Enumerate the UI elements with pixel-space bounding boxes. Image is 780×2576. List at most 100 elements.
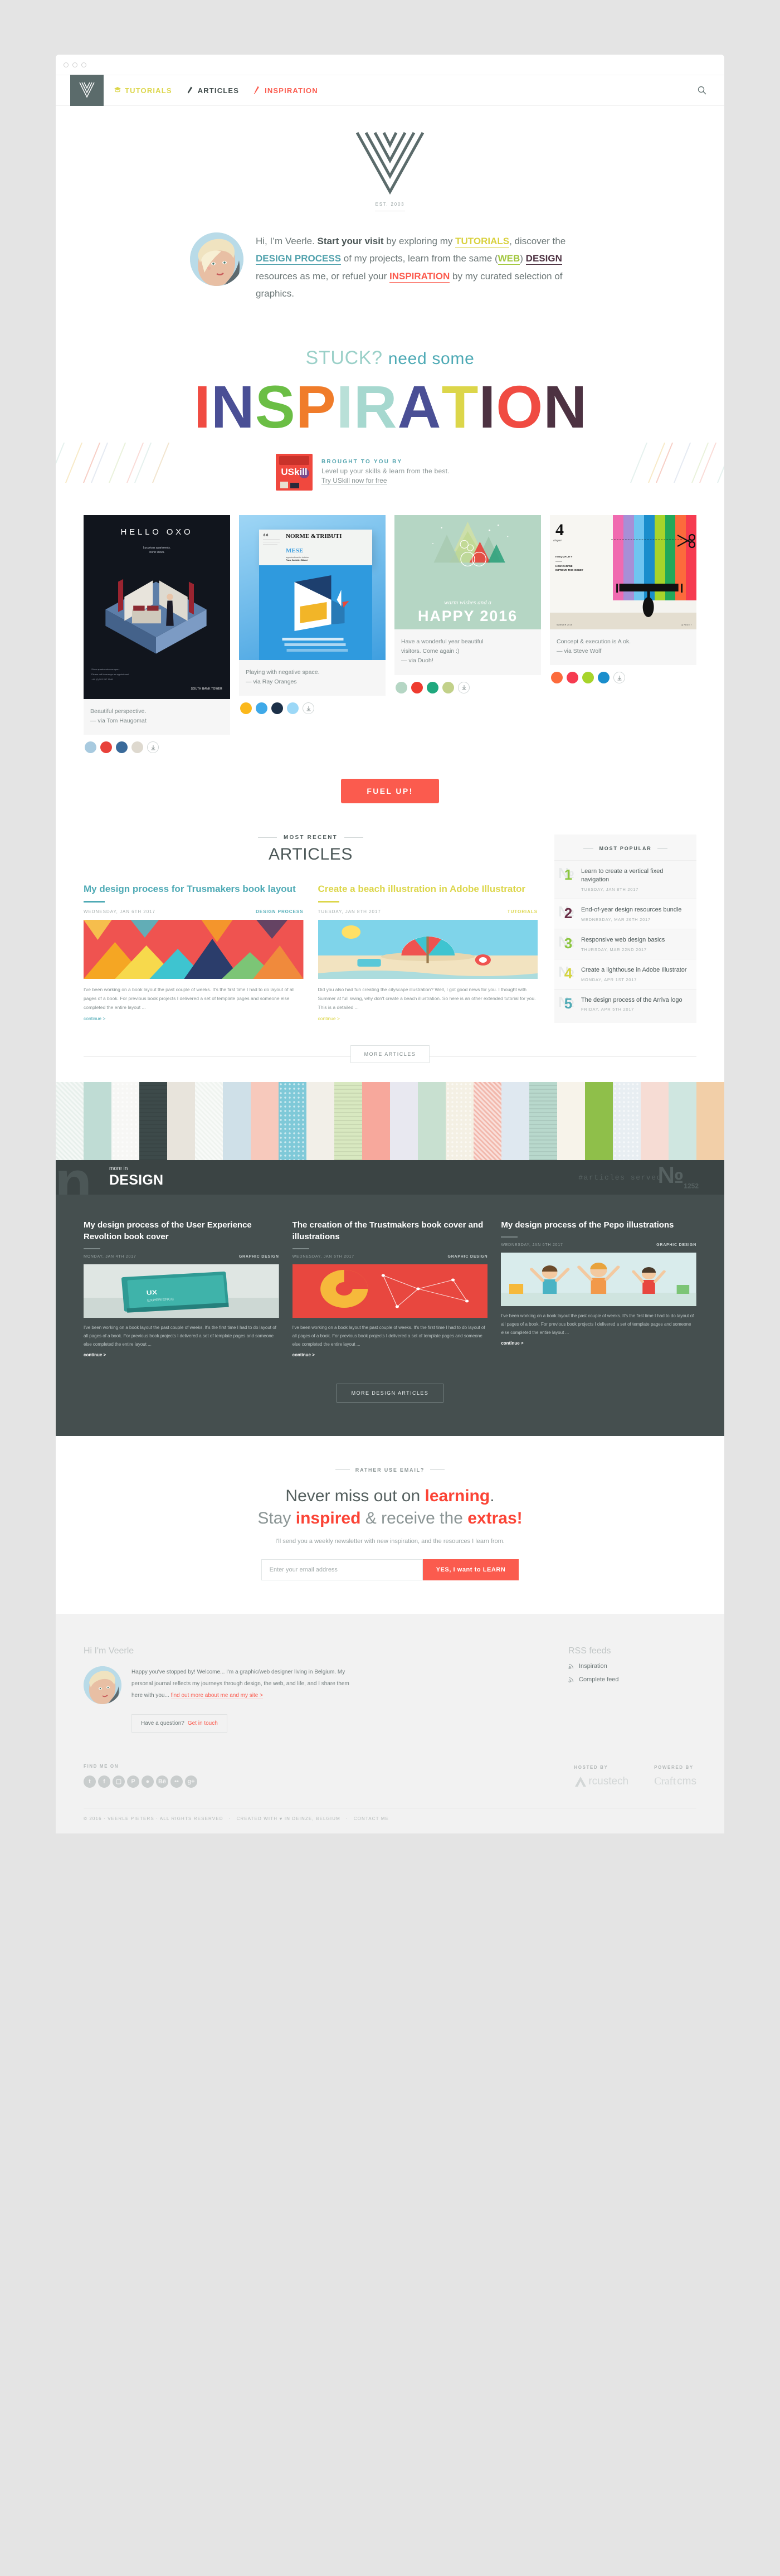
sponsor-banner[interactable]: USkill BROUGHT TO YOU BY Level up your s… — [270, 451, 510, 493]
popular-item[interactable]: № 2 End-of-year design resources bundle WED… — [554, 899, 696, 929]
popular-item[interactable]: № 5 The design process of the Arriva logo F… — [554, 988, 696, 1019]
design-article-category[interactable]: GRAPHIC DESIGN — [448, 1255, 488, 1259]
design-article-card[interactable]: My design process of the Pepo illustrati… — [501, 1219, 697, 1359]
swatch[interactable] — [567, 672, 578, 684]
craftcms-logo[interactable]: Craft cms — [654, 1775, 696, 1788]
download-icon[interactable] — [613, 672, 625, 684]
design-article-continue[interactable]: continue > — [501, 1341, 523, 1346]
swatch[interactable] — [598, 672, 610, 684]
swatch[interactable] — [582, 672, 594, 684]
article-card[interactable]: Create a beach illustration in Adobe Ill… — [318, 883, 538, 1023]
swatch[interactable] — [131, 741, 143, 754]
design-article-card[interactable]: The creation of the Trustmakers book cov… — [292, 1219, 488, 1359]
card-caption-line2: — via Tom Haugomat — [90, 717, 147, 725]
intro-link-tutorials[interactable]: TUTORIALS — [455, 236, 510, 248]
window-close-dot[interactable] — [64, 62, 69, 67]
fuel-up-button[interactable]: FUEL UP! — [341, 779, 439, 804]
article-category[interactable]: TUTORIALS — [508, 909, 538, 914]
instagram-icon[interactable]: ▢ — [113, 1775, 125, 1788]
popular-title[interactable]: Responsive web design basics — [581, 936, 688, 944]
pattern-tile — [585, 1082, 613, 1161]
swatch[interactable] — [240, 702, 252, 715]
inspiration-card[interactable]: 8 6 NORME &TRIBUTI MESE approfondimenti … — [239, 515, 386, 715]
popular-item[interactable]: № 4 Create a lighthouse in Adobe Illustrat… — [554, 958, 696, 989]
design-article-title[interactable]: My design process of the Pepo illustrati… — [501, 1219, 696, 1231]
inspiration-card[interactable]: warm wishes and a HAPPY 2016 Have a wond… — [394, 515, 541, 693]
contact-question-button[interactable]: Have a question? Get in touch — [131, 1714, 227, 1733]
window-maximize-dot[interactable] — [81, 62, 86, 67]
card-caption-line3: — via Duoh! — [401, 657, 433, 664]
site-logo[interactable] — [70, 75, 104, 106]
swatch[interactable] — [442, 681, 454, 693]
download-icon[interactable] — [458, 681, 470, 693]
intro-link-design[interactable]: DESIGN — [525, 253, 562, 265]
article-continue-link[interactable]: continue > — [318, 1016, 340, 1021]
design-article-card[interactable]: My design process of the User Experience… — [84, 1219, 279, 1359]
popular-title[interactable]: Create a lighthouse in Adobe Illustrator — [581, 966, 688, 974]
article-card[interactable]: My design process for Trusmakers book la… — [84, 883, 304, 1023]
sponsor-link[interactable]: Try USkill now for free — [321, 477, 387, 485]
popular-title[interactable]: The design process of the Arriva logo — [581, 996, 688, 1005]
contact-me-link[interactable]: CONTACT ME — [354, 1816, 389, 1821]
flickr-icon[interactable]: •• — [170, 1775, 183, 1788]
swatch[interactable] — [411, 681, 423, 693]
more-articles-button[interactable]: MORE ARTICLES — [350, 1045, 430, 1064]
download-icon[interactable] — [303, 702, 314, 715]
article-category[interactable]: DESIGN PROCESS — [256, 909, 303, 914]
behance-icon[interactable]: Bē — [156, 1775, 168, 1788]
swatch[interactable] — [551, 672, 563, 684]
design-article-continue[interactable]: continue > — [84, 1352, 106, 1357]
intro-line3b: ) — [520, 253, 526, 264]
swatch[interactable] — [116, 741, 128, 754]
swatch[interactable] — [271, 702, 283, 715]
inspiration-letter-5: R — [353, 372, 397, 440]
design-article-continue[interactable]: continue > — [292, 1352, 315, 1357]
popular-title[interactable]: Learn to create a vertical fixed navigat… — [581, 867, 688, 884]
more-design-articles-button[interactable]: MORE DESIGN ARTICLES — [336, 1383, 444, 1403]
swatch[interactable] — [85, 741, 96, 754]
nav-item-articles[interactable]: ARTICLES — [187, 86, 239, 95]
swatch[interactable] — [396, 681, 407, 693]
article-continue-link[interactable]: continue > — [84, 1016, 105, 1021]
googleplus-icon[interactable]: g+ — [185, 1775, 197, 1788]
swatch[interactable] — [287, 702, 299, 715]
article-title[interactable]: My design process for Trusmakers book la… — [84, 883, 304, 896]
design-article-category[interactable]: GRAPHIC DESIGN — [656, 1243, 696, 1247]
newsletter-submit-button[interactable]: YES, I want to LEARN — [422, 1559, 519, 1580]
dribbble-icon[interactable]: ● — [142, 1775, 154, 1788]
nav-item-inspiration[interactable]: INSPIRATION — [254, 86, 318, 95]
popular-title[interactable]: End-of-year design resources bundle — [581, 906, 688, 914]
design-article-title[interactable]: The creation of the Trustmakers book cov… — [292, 1219, 488, 1243]
popular-item[interactable]: № 1 Learn to create a vertical fixed navig… — [554, 860, 696, 899]
pinterest-icon[interactable]: P — [127, 1775, 139, 1788]
intro-link-web[interactable]: WEB — [498, 253, 520, 265]
footer-about-link[interactable]: find out more about me and my site > — [170, 1692, 263, 1699]
get-in-touch-link[interactable]: Get in touch — [188, 1720, 218, 1726]
email-input[interactable]: Enter your email address — [261, 1559, 423, 1580]
inspiration-card[interactable]: HELLO OXO Luxurious apartments. Iconic v… — [84, 515, 230, 754]
arcustech-logo[interactable]: rcustech — [574, 1775, 628, 1788]
window-minimize-dot[interactable] — [72, 62, 77, 67]
thumb-sub2: Iconic views. — [149, 550, 165, 554]
intro-link-inspiration[interactable]: INSPIRATION — [389, 270, 450, 283]
design-article-category[interactable]: GRAPHIC DESIGN — [239, 1255, 279, 1259]
article-title[interactable]: Create a beach illustration in Adobe Ill… — [318, 883, 538, 896]
top-navigation: TUTORIALS ARTICLES INSPIRATION — [56, 75, 724, 106]
swatch[interactable] — [100, 741, 112, 754]
rss-item-complete-feed[interactable]: Complete feed — [568, 1676, 696, 1683]
download-icon[interactable] — [147, 741, 159, 754]
social-links: t f ▢ P ● Bē •• g+ — [84, 1775, 197, 1788]
facebook-icon[interactable]: f — [98, 1775, 110, 1788]
search-icon[interactable] — [698, 86, 708, 96]
articles-kicker: MOST RECENT — [84, 835, 538, 841]
intro-link-design-process[interactable]: DESIGN PROCESS — [256, 253, 342, 265]
nav-item-tutorials[interactable]: TUTORIALS — [114, 86, 172, 95]
popular-item[interactable]: № 3 Responsive web design basics THURSDAY, … — [554, 928, 696, 959]
design-article-title[interactable]: My design process of the User Experience… — [84, 1219, 279, 1243]
swatch[interactable] — [427, 681, 438, 693]
inspiration-card[interactable]: 4 chapter INEQUALITY HOW CAN WE IMPROVE … — [550, 515, 696, 684]
twitter-icon[interactable]: t — [84, 1775, 96, 1788]
thumb-sub1: Luxurious apartments. — [143, 546, 171, 550]
rss-item-inspiration[interactable]: Inspiration — [568, 1663, 696, 1670]
swatch[interactable] — [256, 702, 267, 715]
